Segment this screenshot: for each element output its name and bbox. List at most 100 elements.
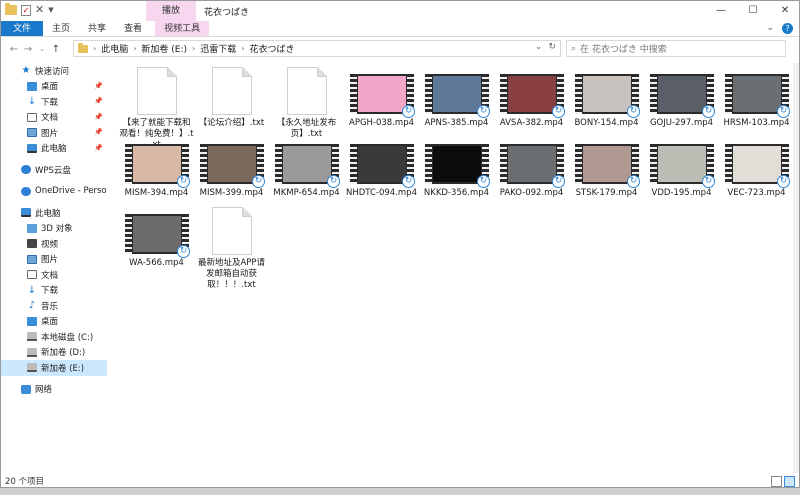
video-frame (132, 216, 181, 252)
sidebar-item[interactable]: 视频 (1, 236, 107, 252)
help-icon[interactable]: ? (782, 23, 793, 34)
file-item[interactable]: ↻ BONY-154.mp4 (569, 67, 644, 137)
scrollbar[interactable] (793, 63, 799, 473)
file-item[interactable]: ↻ VEC-723.mp4 (719, 137, 794, 207)
tab-file[interactable]: 文件 (1, 21, 44, 36)
sidebar-item-label: 图片 (41, 255, 59, 266)
file-item[interactable]: ↻ GOJU-297.mp4 (644, 67, 719, 137)
tab-view[interactable]: 查看 (115, 21, 151, 36)
file-name: AVSA-382.mp4 (499, 118, 564, 128)
file-item[interactable]: ↻ APGH-038.mp4 (344, 67, 419, 137)
sidebar-item[interactable]: 桌面 📌 (1, 79, 107, 95)
film-strip (649, 74, 657, 114)
video-frame (582, 146, 631, 182)
file-name: STSK-179.mp4 (575, 188, 638, 198)
sidebar-item[interactable]: 此电脑 📌 (1, 141, 107, 157)
file-item[interactable]: ↻ WA-566.mp4 (119, 207, 194, 277)
close-button[interactable]: ✕ (769, 1, 799, 21)
drive-icon (27, 332, 37, 342)
file-item[interactable]: ↻ PAKO-092.mp4 (494, 137, 569, 207)
sidebar-item[interactable]: ♪ 音乐 (1, 298, 107, 314)
sidebar-item[interactable]: 桌面 (1, 314, 107, 330)
sidebar-item[interactable]: ↓ 下载 (1, 283, 107, 299)
search-input[interactable]: 在 花衣つばき 中搜索 (580, 42, 667, 55)
sidebar-item[interactable]: 文档 📌 (1, 110, 107, 126)
minimize-button[interactable]: — (705, 1, 737, 21)
star-icon: ★ (21, 65, 31, 77)
up-arrow-icon[interactable]: ↑ (49, 44, 63, 55)
file-item[interactable]: ↻ MKMP-654.mp4 (269, 137, 344, 207)
film-strip (424, 74, 432, 114)
details-view-icon[interactable] (771, 476, 782, 487)
breadcrumb-xunlei[interactable]: 迅雷下载 (200, 42, 236, 55)
sidebar-item[interactable]: 本地磁盘 (C:) (1, 329, 107, 345)
explorer-window: ✓ ✕ ▼ 播放 花衣つばき — ☐ ✕ 文件 主页 共享 查看 视频工具 ⌄ … (0, 0, 800, 488)
sidebar-item[interactable]: 网络 (1, 382, 107, 398)
player-badge-icon: ↻ (702, 175, 715, 188)
sidebar-item[interactable]: WPS云盘 (1, 162, 107, 178)
player-badge-icon: ↻ (552, 105, 565, 118)
file-item[interactable]: ↻ APNS-385.mp4 (419, 67, 494, 137)
pin-icon: 📌 (94, 112, 103, 121)
back-arrow-icon[interactable]: ← (7, 44, 21, 55)
player-badge-icon: ↻ (177, 245, 190, 258)
file-item[interactable]: 【来了就能下载和观看！纯免费！】.txt (119, 67, 194, 150)
drive-icon (27, 363, 37, 373)
breadcrumb-current[interactable]: 花衣つばき (249, 42, 294, 55)
forward-arrow-icon[interactable]: → (21, 44, 35, 55)
tab-video-tools[interactable]: 视频工具 (155, 21, 210, 36)
sidebar-item[interactable]: 此电脑 (1, 205, 107, 221)
breadcrumb-this-pc[interactable]: 此电脑 (101, 42, 128, 55)
quick-access-toolbar: ✓ ✕ ▼ (5, 3, 54, 16)
sidebar-item[interactable]: 文档 (1, 267, 107, 283)
maximize-button[interactable]: ☐ (737, 1, 769, 21)
search-box[interactable]: ⌕ 在 花衣つばき 中搜索 (566, 40, 786, 57)
recent-dropdown-icon[interactable]: ⌄ (35, 45, 49, 53)
sidebar-item[interactable]: ★ 快速访问 (1, 63, 107, 79)
player-badge-icon: ↻ (627, 175, 640, 188)
file-item[interactable]: 【论坛介绍】.txt (194, 67, 269, 137)
file-item[interactable]: ↻ NKKD-356.mp4 (419, 137, 494, 207)
file-item[interactable]: ↻ STSK-179.mp4 (569, 137, 644, 207)
file-item[interactable]: ↻ AVSA-382.mp4 (494, 67, 569, 137)
sidebar-item[interactable]: 新加卷 (D:) (1, 345, 107, 361)
sidebar-item[interactable]: 图片 📌 (1, 125, 107, 141)
video-frame (207, 146, 256, 182)
file-item[interactable]: ↻ MISM-394.mp4 (119, 137, 194, 207)
tab-home[interactable]: 主页 (43, 21, 79, 36)
search-icon: ⌕ (571, 43, 577, 54)
tab-share[interactable]: 共享 (79, 21, 115, 36)
file-grid: 【来了就能下载和观看！纯免费！】.txt 【论坛介绍】.txt 【永久地址发布页】.… (119, 67, 799, 290)
file-name: HRSM-103.mp4 (723, 118, 790, 128)
file-item[interactable]: ↻ NHDTC-094.mp4 (344, 137, 419, 207)
sidebar-item[interactable]: 3D 对象 (1, 221, 107, 237)
file-name: VDD-195.mp4 (651, 188, 712, 198)
file-item[interactable]: ↻ VDD-195.mp4 (644, 137, 719, 207)
sidebar-item-label: 新加卷 (E:) (41, 363, 85, 374)
file-item[interactable]: ↻ MISM-399.mp4 (194, 137, 269, 207)
delete-icon[interactable]: ✕ (35, 4, 44, 16)
refresh-icon[interactable]: ↻ (548, 42, 556, 52)
file-item[interactable]: ↻ HRSM-103.mp4 (719, 67, 794, 137)
sidebar-item[interactable]: 图片 (1, 252, 107, 268)
customize-dropdown-icon[interactable]: ▼ (48, 6, 53, 14)
sidebar-item[interactable]: OneDrive - Persona (1, 184, 107, 200)
file-item[interactable]: 【永久地址发布页】.txt (269, 67, 344, 139)
folder-icon[interactable] (5, 3, 17, 15)
cloud-icon (21, 186, 31, 196)
address-dropdown-icon[interactable]: ⌄ (535, 42, 543, 52)
sidebar-item[interactable]: ↓ 下载 📌 (1, 94, 107, 110)
address-bar[interactable]: › 此电脑 › 新加卷 (E:) › 迅雷下载 › 花衣つばき ⌄ ↻ (73, 40, 561, 57)
properties-icon[interactable]: ✓ (21, 4, 31, 16)
music-icon: ♪ (28, 300, 36, 312)
large-icons-view-icon[interactable] (784, 476, 795, 487)
sidebar-item[interactable]: 新加卷 (E:) (1, 360, 107, 376)
file-item[interactable]: 最新地址及APP请发邮箱自动获取！！！.txt (194, 207, 269, 290)
video-frame (432, 146, 481, 182)
video-frame (507, 146, 556, 182)
file-view: 【来了就能下载和观看！纯免费！】.txt 【论坛介绍】.txt 【永久地址发布页】.… (109, 63, 799, 473)
film-strip (499, 74, 507, 114)
expand-ribbon-icon[interactable]: ⌄ (766, 23, 774, 34)
breadcrumb-drive-e[interactable]: 新加卷 (E:) (141, 42, 187, 55)
context-tab-play[interactable]: 播放 (146, 1, 196, 21)
